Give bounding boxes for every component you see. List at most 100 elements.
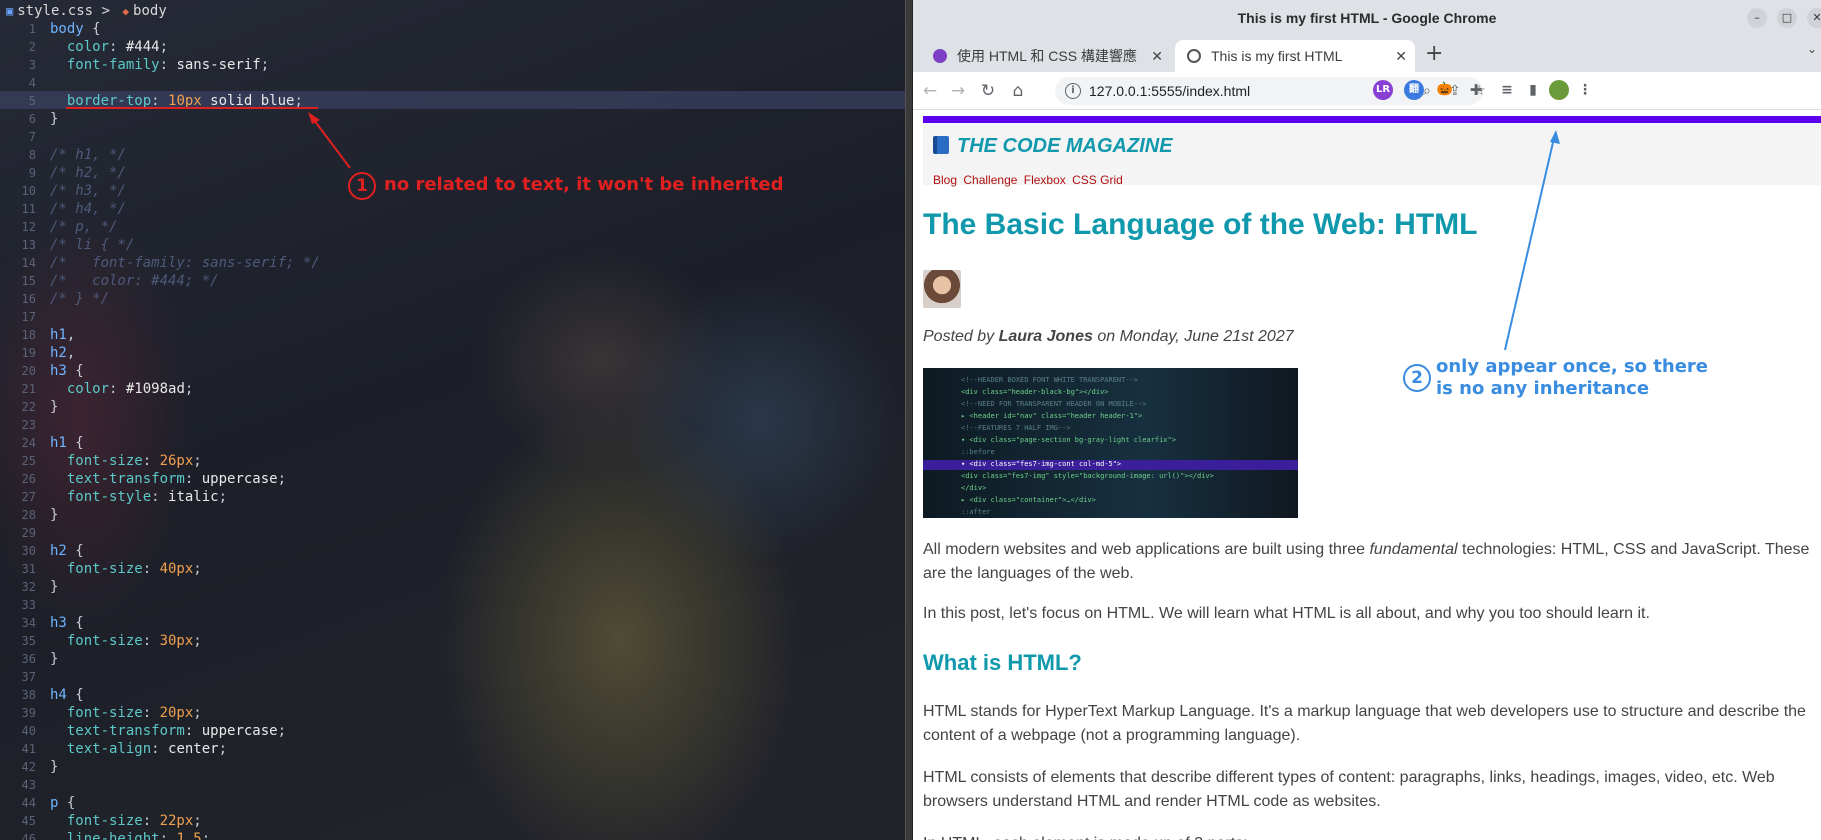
code-text[interactable]: h1, [50, 326, 75, 344]
code-line[interactable]: 11 /* h4, */ [0, 200, 905, 218]
code-text[interactable]: } [50, 110, 58, 128]
code-editor[interactable]: ▣ style.css > ◆ body 1 body {2 color: #444;… [0, 0, 907, 840]
nav-link-css-grid[interactable]: CSS Grid [1072, 173, 1123, 187]
zoom-icon[interactable]: ⌕ [1423, 81, 1431, 101]
code-line[interactable]: 20 h3 { [0, 362, 905, 380]
title-bar[interactable]: This is my first HTML - Google Chrome – … [913, 0, 1821, 36]
home-icon[interactable]: ⌂ [1005, 78, 1031, 104]
code-text[interactable]: color: #1098ad; [50, 380, 193, 398]
code-line[interactable]: 7 [0, 128, 905, 146]
code-line[interactable]: 12 /* p, */ [0, 218, 905, 236]
reload-icon[interactable]: ↻ [975, 78, 1001, 104]
code-text[interactable]: /* h1, */ [50, 146, 126, 164]
code-text[interactable]: text-align: center; [50, 740, 227, 758]
code-text[interactable]: h1 { [50, 434, 84, 452]
tab-close-icon[interactable]: ✕ [1151, 40, 1163, 72]
code-text[interactable]: } [50, 398, 58, 416]
extension-lr-icon[interactable]: LR [1373, 80, 1393, 100]
code-text[interactable]: text-transform: uppercase; [50, 470, 286, 488]
code-line[interactable]: 25 font-size: 26px; [0, 452, 905, 470]
new-tab-icon[interactable]: + [1425, 40, 1443, 68]
url-text[interactable]: 127.0.0.1:5555/index.html [1089, 77, 1250, 105]
code-line[interactable]: 44 p { [0, 794, 905, 812]
maximize-button[interactable]: □ [1777, 8, 1797, 28]
puzzle-icon[interactable]: ✚ [1466, 80, 1486, 100]
code-text[interactable]: color: #444; [50, 38, 168, 56]
code-text[interactable]: font-size: 30px; [50, 632, 202, 650]
code-text[interactable]: /* p, */ [50, 218, 117, 236]
code-text[interactable]: /* font-family: sans-serif; */ [50, 254, 320, 272]
code-text[interactable]: h2 { [50, 542, 84, 560]
code-line[interactable]: 19 h2, [0, 344, 905, 362]
nav-link-challenge[interactable]: Challenge [963, 173, 1017, 187]
info-icon[interactable]: i [1065, 83, 1081, 99]
code-line[interactable]: 17 [0, 308, 905, 326]
code-line[interactable]: 6} [0, 110, 905, 128]
code-line[interactable]: 43 [0, 776, 905, 794]
code-line[interactable]: 1 body { [0, 20, 905, 38]
code-line[interactable]: 29 [0, 524, 905, 542]
code-line[interactable]: 32} [0, 578, 905, 596]
code-text[interactable]: /* h3, */ [50, 182, 126, 200]
translate-extension-icon[interactable]: 翻 [1404, 80, 1424, 100]
code-text[interactable]: font-size: 20px; [50, 704, 202, 722]
breadcrumb-symbol[interactable]: body [133, 3, 167, 19]
menu-dots-icon[interactable]: ⋮ [1575, 80, 1595, 100]
code-text[interactable]: p { [50, 794, 75, 812]
code-line[interactable]: 35 font-size: 30px; [0, 632, 905, 650]
code-text[interactable]: h3 { [50, 362, 84, 380]
code-line[interactable]: 22} [0, 398, 905, 416]
code-line[interactable]: 37 [0, 668, 905, 686]
code-line[interactable]: 30 h2 { [0, 542, 905, 560]
tab-inactive[interactable]: 使用 HTML 和 CSS 構建響應 ✕ [921, 40, 1171, 72]
minimize-button[interactable]: – [1747, 8, 1767, 28]
code-line[interactable]: 14 /* font-family: sans-serif; */ [0, 254, 905, 272]
tab-close-icon[interactable]: ✕ [1395, 40, 1407, 72]
code-text[interactable]: font-size: 22px; [50, 812, 202, 830]
code-line[interactable]: 16 /* } */ [0, 290, 905, 308]
code-lines[interactable]: 1 body {2 color: #444; 3 font-family: sans… [0, 20, 905, 840]
code-line[interactable]: 34 h3 { [0, 614, 905, 632]
nav-link-blog[interactable]: Blog [933, 173, 957, 187]
code-line[interactable]: 36} [0, 650, 905, 668]
code-text[interactable]: h2, [50, 344, 75, 362]
code-text[interactable]: } [50, 758, 58, 776]
back-arrow-icon[interactable]: ← [917, 78, 943, 104]
code-text[interactable]: } [50, 578, 58, 596]
code-line[interactable]: 42} [0, 758, 905, 776]
code-line[interactable]: 21 color: #1098ad; [0, 380, 905, 398]
code-line[interactable]: 45 font-size: 22px; [0, 812, 905, 830]
code-line[interactable]: 28} [0, 506, 905, 524]
code-text[interactable]: } [50, 506, 58, 524]
code-line[interactable]: 31 font-size: 40px; [0, 560, 905, 578]
code-text[interactable]: /* h4, */ [50, 200, 126, 218]
code-line[interactable]: 23 [0, 416, 905, 434]
code-line[interactable]: 15 /* color: #444; */ [0, 272, 905, 290]
code-text[interactable]: text-transform: uppercase; [50, 722, 286, 740]
code-line[interactable]: 4 [0, 74, 905, 92]
tab-active[interactable]: This is my first HTML ✕ [1175, 40, 1415, 72]
pane-divider[interactable] [905, 0, 913, 840]
media-queue-icon[interactable]: ≡ [1497, 80, 1517, 100]
code-line[interactable]: 41 text-align: center; [0, 740, 905, 758]
code-text[interactable]: /* li { */ [50, 236, 134, 254]
code-text[interactable]: line-height: 1.5; [50, 830, 210, 840]
code-text[interactable]: body { [50, 20, 101, 38]
code-line[interactable]: 3 font-family: sans-serif; [0, 56, 905, 74]
code-line[interactable]: 27 font-style: italic; [0, 488, 905, 506]
code-text[interactable]: /* } */ [50, 290, 109, 308]
code-line[interactable]: 33 [0, 596, 905, 614]
profile-avatar[interactable] [1549, 80, 1569, 100]
tab-search-chevron-icon[interactable]: ⌄ [1807, 42, 1817, 56]
close-window-button[interactable]: ✕ [1807, 8, 1821, 28]
code-line[interactable]: 40 text-transform: uppercase; [0, 722, 905, 740]
code-line[interactable]: 24 h1 { [0, 434, 905, 452]
breadcrumb-file[interactable]: style.css [17, 3, 93, 19]
nav-link-flexbox[interactable]: Flexbox [1024, 173, 1066, 187]
code-line[interactable]: 18 h1, [0, 326, 905, 344]
code-text[interactable]: h3 { [50, 614, 84, 632]
code-line[interactable]: 13 /* li { */ [0, 236, 905, 254]
code-text[interactable]: /* color: #444; */ [50, 272, 219, 290]
code-line[interactable]: 8 /* h1, */ [0, 146, 905, 164]
code-line[interactable]: 38 h4 { [0, 686, 905, 704]
